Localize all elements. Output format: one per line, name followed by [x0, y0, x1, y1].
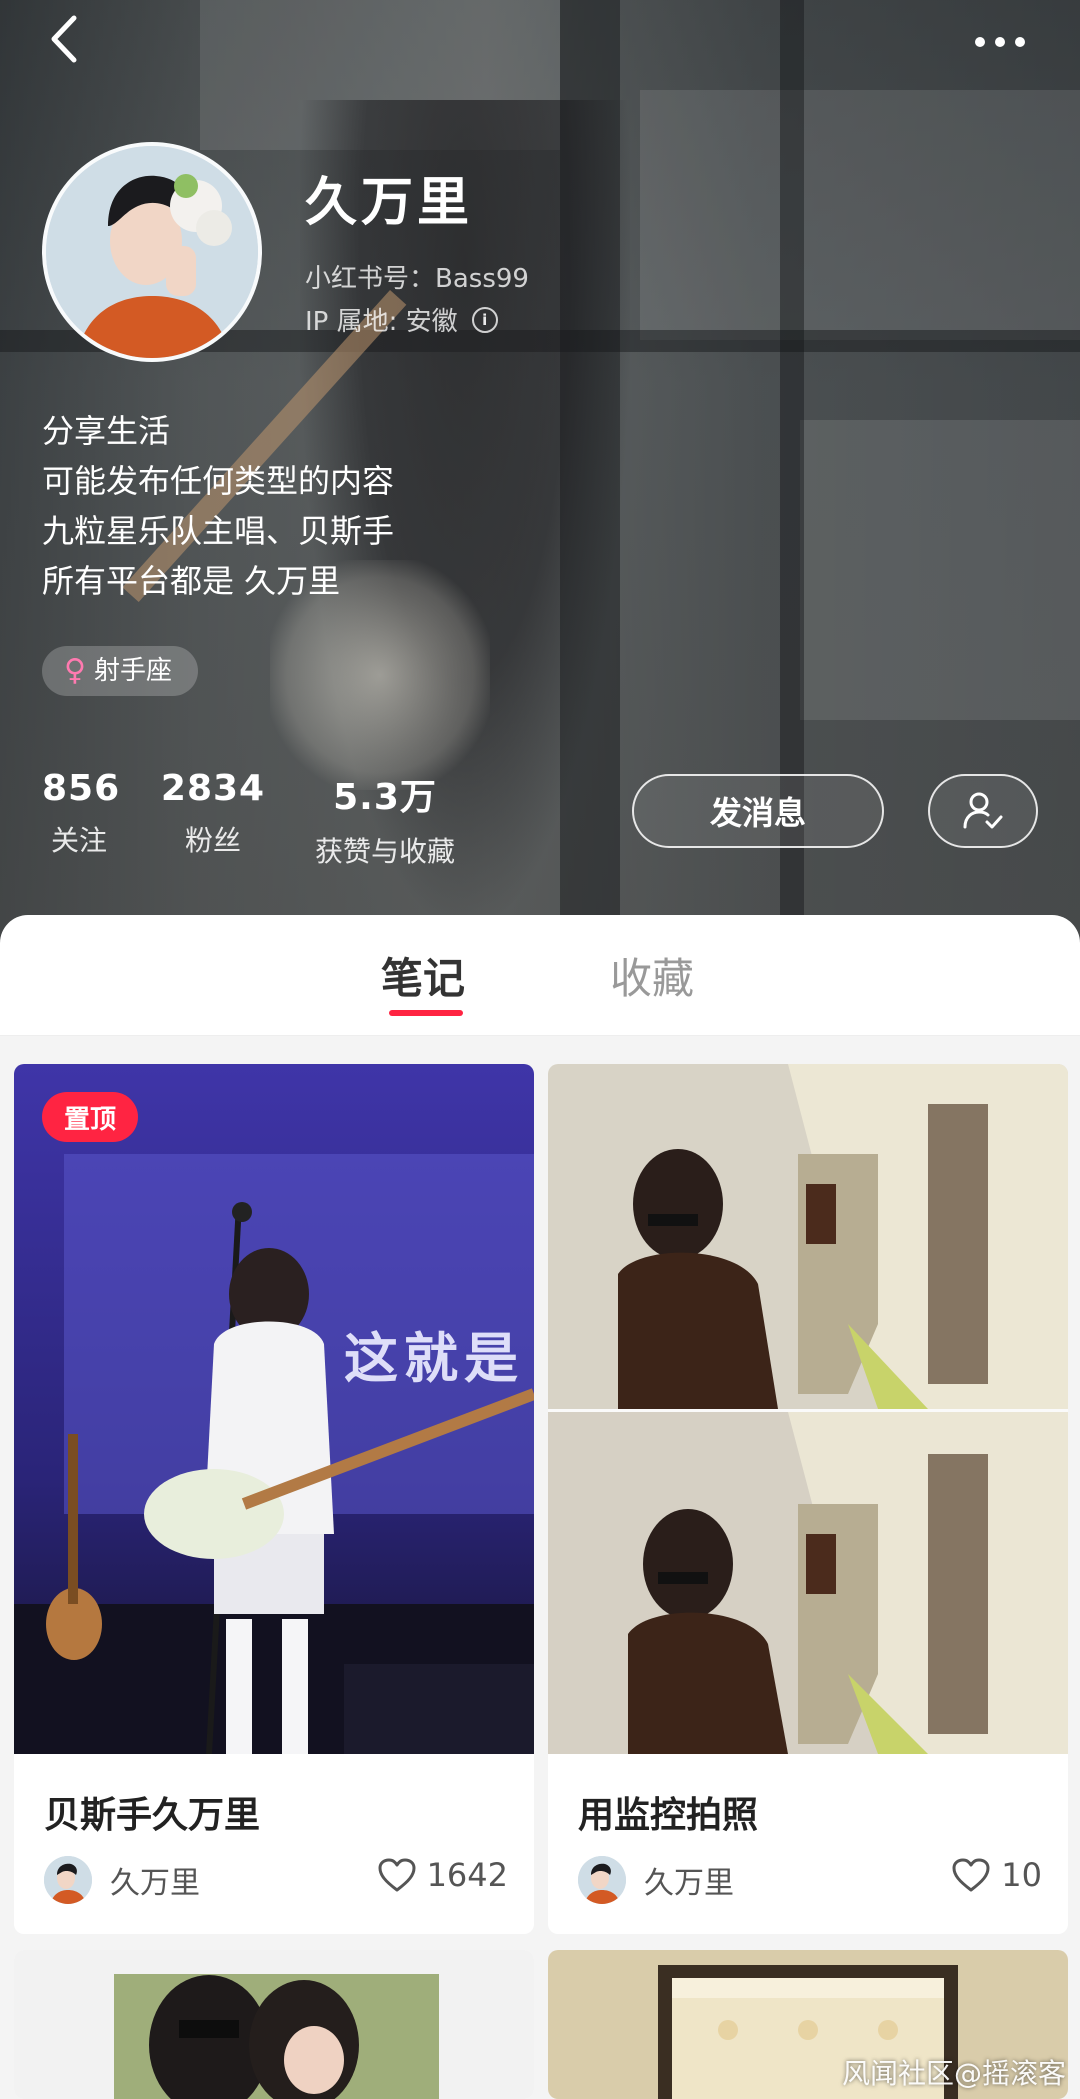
stat-label: 关注 — [50, 824, 107, 857]
avatar[interactable] — [42, 142, 262, 362]
note-cover-image: 置顶 这就是 — [14, 1064, 534, 1754]
like-count[interactable]: 10 — [951, 1856, 1042, 1894]
stat-followers[interactable]: 2834 粉丝 — [160, 768, 266, 859]
author-name: 久万里 — [644, 1866, 734, 1901]
stat-value: 856 — [42, 768, 121, 809]
heart-icon — [378, 1858, 416, 1892]
back-button[interactable] — [40, 14, 90, 64]
concert-photo — [14, 1064, 534, 1754]
like-count[interactable]: 1642 — [377, 1856, 508, 1894]
like-count-value: 10 — [1001, 1856, 1042, 1894]
note-title: 贝斯手久万里 — [44, 1795, 261, 1836]
author-name: 久万里 — [110, 1866, 200, 1901]
bio-line: 分享生活 — [42, 412, 171, 450]
two-women-photo — [14, 1950, 534, 2099]
stat-value: 5.3万 — [333, 777, 437, 818]
note-card[interactable]: 置顶 这就是 贝斯手久万里 久万里 1642 — [14, 1064, 534, 1934]
note-cover-image — [548, 1064, 1068, 1754]
bio: 分享生活 可能发布任何类型的内容 九粒星乐队主唱、贝斯手 所有平台都是 久万里 — [42, 406, 394, 606]
note-author[interactable]: 久万里 — [44, 1856, 200, 1904]
bio-line: 九粒星乐队主唱、贝斯手 — [42, 512, 395, 550]
nickname: 久万里 — [305, 173, 474, 233]
active-tab-indicator — [389, 1010, 463, 1016]
ip-location-row: IP 属地: 安徽 i — [305, 301, 498, 338]
info-icon[interactable]: i — [471, 306, 498, 333]
chevron-left-icon — [51, 15, 77, 63]
top-bar — [0, 0, 1080, 90]
heart-icon — [952, 1858, 990, 1892]
author-avatar — [44, 1856, 92, 1904]
note-title: 用监控拍照 — [578, 1795, 759, 1836]
more-dots-icon — [975, 37, 1025, 47]
pinned-badge: 置顶 — [42, 1092, 138, 1142]
note-author[interactable]: 久万里 — [578, 1856, 734, 1904]
zodiac-tag-label: 射手座 — [93, 656, 172, 686]
female-icon: ♀ — [64, 653, 86, 688]
author-avatar — [578, 1856, 626, 1904]
like-count-value: 1642 — [426, 1856, 508, 1894]
bg-window — [640, 90, 1080, 340]
ip-location: IP 属地: 安徽 — [305, 307, 458, 337]
stat-likes-and-collects[interactable]: 5.3万 获赞与收藏 — [305, 768, 465, 870]
more-options-button[interactable] — [970, 22, 1030, 62]
tab-notes[interactable]: 笔记 — [381, 945, 465, 1006]
redbook-id: 小红书号：Bass99 — [305, 264, 529, 294]
stat-label: 获赞与收藏 — [314, 835, 455, 868]
user-check-icon — [963, 792, 1003, 829]
tab-collections[interactable]: 收藏 — [610, 945, 694, 1006]
bio-line: 可能发布任何类型的内容 — [42, 462, 395, 500]
surveillance-photo-collage — [548, 1064, 1068, 1754]
stat-value: 2834 — [160, 768, 266, 809]
content-tabs: 笔记 收藏 — [0, 915, 1080, 1036]
note-card[interactable]: 用监控拍照 久万里 10 — [548, 1064, 1068, 1934]
bio-line: 所有平台都是 久万里 — [42, 562, 341, 600]
avatar-portrait — [46, 146, 258, 358]
stat-label: 粉丝 — [184, 824, 241, 857]
bg-window — [800, 420, 1080, 720]
stage-backdrop-text: 这就是 — [344, 1327, 524, 1390]
watermark: 风闻社区@摇滚客 — [841, 2057, 1066, 2090]
send-message-button[interactable]: 发消息 — [632, 774, 884, 848]
note-card[interactable] — [14, 1950, 534, 2099]
note-cover-image — [14, 1950, 534, 2099]
zodiac-tag: ♀ 射手座 — [42, 646, 198, 696]
stat-following[interactable]: 856 关注 — [42, 768, 121, 859]
following-status-button[interactable] — [928, 774, 1038, 848]
